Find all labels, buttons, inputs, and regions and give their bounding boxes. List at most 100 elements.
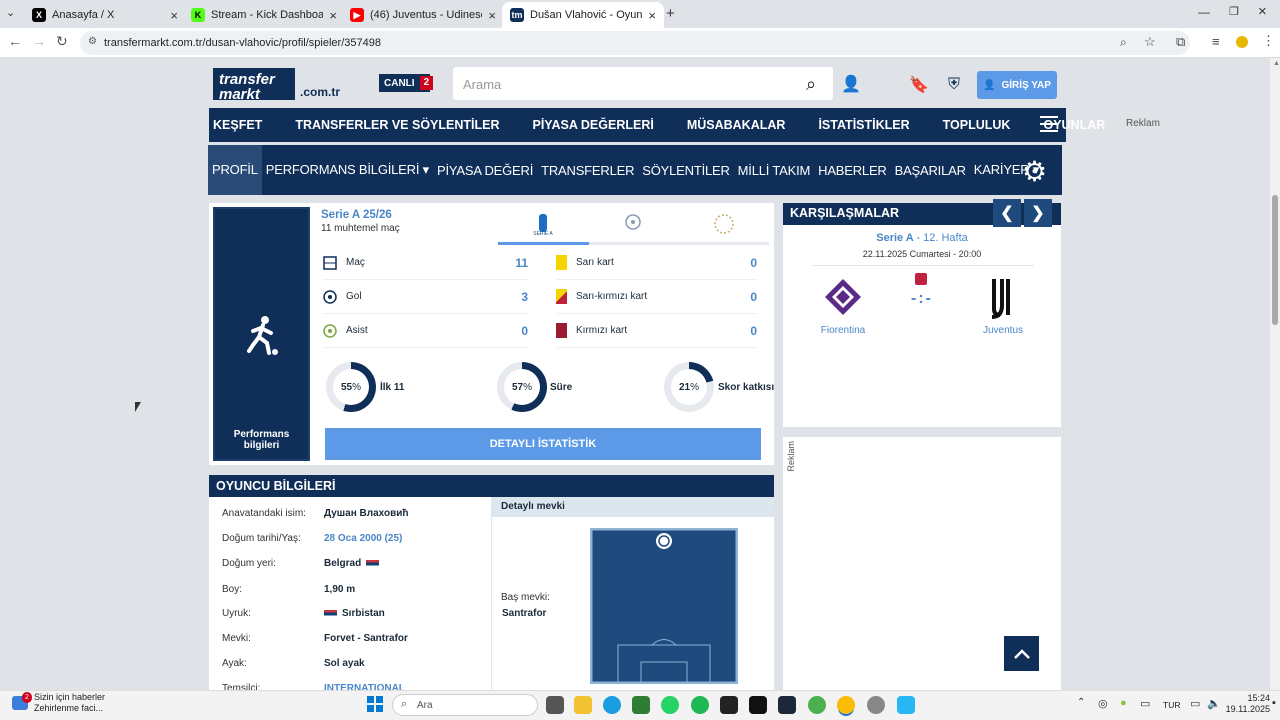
task-view-icon[interactable] [546, 696, 564, 714]
login-button[interactable]: 👤 GİRİŞ YAP [977, 71, 1057, 99]
stat-row-mac[interactable]: Maç 11 [323, 246, 528, 280]
bookmark-icon[interactable]: 🔖 [905, 71, 933, 99]
site-info-icon[interactable]: ⚙ [88, 36, 97, 47]
serie-a-icon[interactable]: SERIE A [531, 212, 555, 237]
url-field[interactable]: ⚙ transfermarkt.com.tr/dusan-vlahovic/pr… [80, 31, 1190, 55]
media-icon[interactable]: ≡ [1212, 34, 1220, 49]
network-icon[interactable]: ▭ [1190, 697, 1200, 710]
tab-youtube[interactable]: ▶ (46) Juventus - Udinese (3-1) - E × [342, 2, 504, 28]
scrollbar-thumb[interactable] [1272, 195, 1278, 325]
close-icon[interactable]: × [170, 8, 178, 23]
subnav-basarilar[interactable]: BAŞARILAR [891, 163, 970, 178]
prev-match-button[interactable]: ❮ [993, 199, 1021, 227]
app-icon-f[interactable] [897, 696, 915, 714]
nav-musabakalar[interactable]: MÜSABAKALAR [687, 118, 786, 132]
tab-kick[interactable]: K Stream - Kick Dashboard × [183, 2, 345, 28]
close-icon[interactable]: × [329, 8, 337, 23]
info-value-link[interactable]: 28 Oca 2000 (25) [324, 533, 402, 544]
shield-icon[interactable]: ⛨ [940, 71, 968, 99]
extensions-icon[interactable]: ⧉ [1176, 34, 1185, 50]
subnav-profil[interactable]: PROFİL [208, 145, 262, 195]
app-icon[interactable] [867, 696, 885, 714]
live-button[interactable]: CANLI 2 [379, 74, 434, 92]
zoom-icon[interactable]: ⌕ [1120, 35, 1127, 50]
language-indicator[interactable]: TUR [1163, 700, 1180, 710]
stat-row-sari-kart[interactable]: Sarı kart 0 [556, 246, 757, 280]
steam-icon[interactable] [778, 696, 796, 714]
home-team[interactable]: Fiorentina [808, 273, 878, 336]
news-widget[interactable]: 2 Sizin için haberler Zehirlenme faci... [8, 692, 105, 714]
nav-piyasa[interactable]: PİYASA DEĞERLERİ [533, 118, 654, 132]
bookmark-star-icon[interactable]: ☆ [1144, 34, 1156, 50]
window-close-icon[interactable]: × [1258, 3, 1267, 20]
new-tab-icon[interactable]: + [666, 5, 675, 22]
chevron-up-icon[interactable]: ⌃ [1077, 697, 1085, 708]
gear-icon[interactable]: ⚙ [1022, 155, 1047, 188]
scroll-up-icon[interactable]: ▲ [1273, 60, 1280, 67]
stat-row-kirmizi-kart[interactable]: Kırmızı kart 0 [556, 314, 757, 348]
xbox-icon[interactable] [632, 696, 650, 714]
subnav-transferler[interactable]: TRANSFERLER [537, 163, 638, 178]
news-badge: 2 [22, 692, 32, 703]
back-icon[interactable]: ← [8, 33, 22, 49]
close-icon[interactable]: × [648, 8, 656, 23]
scrollbar[interactable] [1270, 58, 1280, 690]
subnav-performans[interactable]: PERFORMANS BİLGİLERİ ▾ [262, 162, 433, 178]
notification-icon[interactable]: ▪ [1272, 697, 1276, 709]
microphone-icon[interactable]: ● [1120, 697, 1127, 709]
back-to-top-button[interactable] [1004, 636, 1039, 671]
tiktok-icon[interactable] [749, 696, 767, 714]
tab-list-icon[interactable]: ⌄ [6, 6, 15, 19]
edge-icon[interactable] [603, 696, 621, 714]
user-search-icon[interactable]: 👤 [837, 70, 865, 98]
file-explorer-icon[interactable] [574, 696, 592, 714]
away-team-name: Juventus [982, 325, 1024, 336]
maximize-icon[interactable]: ❐ [1229, 5, 1239, 18]
hamburger-menu-icon[interactable] [1040, 116, 1058, 132]
nav-istatistikler[interactable]: İSTATİSTİKLER [818, 118, 909, 132]
tab-transfermarkt[interactable]: tm Dušan Vlahović - Oyuncu profili × [502, 2, 664, 28]
search-input[interactable]: Arama [453, 67, 833, 100]
whatsapp-icon[interactable] [661, 696, 679, 714]
stat-row-gol[interactable]: Gol 3 [323, 280, 528, 314]
windows-start-icon[interactable] [366, 695, 384, 713]
subnav-soylentiler[interactable]: SÖYLENTİLER [638, 163, 733, 178]
nav-kesfet[interactable]: KEŞFET [213, 118, 262, 132]
forward-icon[interactable]: → [32, 33, 46, 49]
nav-topluluk[interactable]: TOPLULUK [943, 118, 1011, 132]
tray-icon[interactable]: ◎ [1098, 697, 1108, 710]
info-value: Belgrad [324, 558, 362, 569]
clock[interactable]: 15:24 19.11.2025 [1222, 693, 1270, 715]
site-logo[interactable]: transfer markt [213, 68, 295, 102]
logo-domain[interactable]: .com.tr [300, 85, 340, 99]
epic-games-icon[interactable] [720, 696, 738, 714]
champions-league-icon[interactable] [621, 212, 645, 236]
subnav-piyasa-degeri[interactable]: PİYASA DEĞERİ [433, 163, 537, 178]
subnav-milli-takim[interactable]: MİLLİ TAKIM [734, 163, 814, 178]
keyboard-icon[interactable]: ▭ [1140, 697, 1150, 710]
juventus-crest-icon [981, 275, 1025, 319]
tab-x[interactable]: X Anasayfa / X × [24, 2, 186, 28]
mouse-cursor [135, 402, 141, 412]
next-match-button[interactable]: ❯ [1024, 199, 1052, 227]
close-icon[interactable]: × [488, 8, 496, 23]
chrome-icon[interactable] [808, 696, 826, 714]
coppa-italia-icon[interactable] [712, 212, 736, 236]
away-team[interactable]: Juventus [968, 273, 1038, 336]
minimize-icon[interactable]: — [1198, 5, 1210, 19]
performance-image[interactable]: Performans bilgileri [213, 207, 310, 461]
stat-row-asist[interactable]: Asist 0 [323, 314, 528, 348]
reload-icon[interactable]: ↻ [56, 33, 68, 50]
volume-icon[interactable]: 🔈 [1207, 697, 1221, 710]
spotify-icon[interactable] [691, 696, 709, 714]
search-icon[interactable]: ⌕ [797, 70, 825, 98]
menu-dots-icon[interactable]: ⋮ [1262, 33, 1275, 49]
match-league[interactable]: Serie A - 12. Hafta [783, 232, 1061, 244]
taskbar-search[interactable]: ⌕ Ara [392, 694, 538, 716]
profile-avatar-icon[interactable] [1236, 36, 1248, 48]
stat-row-sari-kirmizi[interactable]: Sarı-kırmızı kart 0 [556, 280, 757, 314]
subnav-haberler[interactable]: HABERLER [814, 163, 890, 178]
nav-transferler[interactable]: TRANSFERLER VE SÖYLENTİLER [295, 118, 499, 132]
chrome-active-icon[interactable] [837, 696, 855, 714]
detailed-stats-button[interactable]: DETAYLI İSTATİSTİK [325, 428, 761, 460]
